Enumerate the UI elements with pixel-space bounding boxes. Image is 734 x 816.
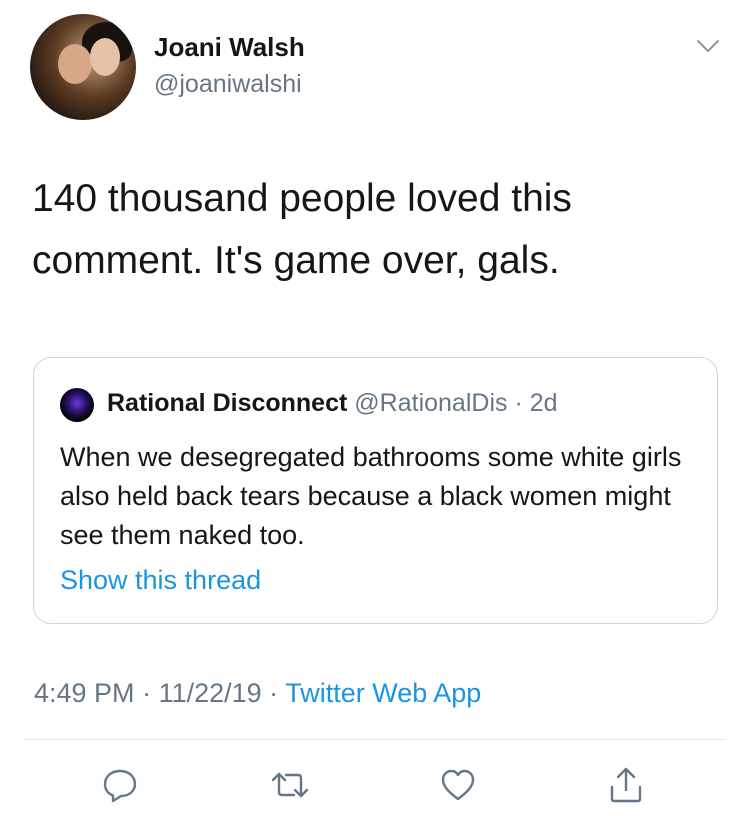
author-display-name[interactable]: Joani Walsh (154, 32, 305, 63)
quoted-tweet-header: Rational Disconnect @RationalDis · 2d (107, 389, 558, 418)
source-app-link[interactable]: Twitter Web App (285, 678, 481, 708)
tweet-text: 140 thousand people loved this comment. … (32, 177, 572, 282)
meta-separator: · (134, 678, 159, 708)
author-avatar[interactable] (30, 14, 136, 120)
meta-separator: · (261, 678, 286, 708)
quoted-tweet-text: When we desegregated bathrooms some whit… (60, 442, 682, 550)
retweet-icon[interactable] (270, 765, 310, 805)
quoted-author-handle[interactable]: @RationalDis (354, 389, 507, 417)
show-thread-link[interactable]: Show this thread (60, 565, 261, 596)
avatar-face (58, 44, 92, 84)
quoted-author-avatar[interactable] (60, 388, 94, 422)
avatar-face (90, 38, 120, 76)
tweet-date: 11/22/19 (158, 678, 262, 708)
tweet-time: 4:49 PM (34, 678, 135, 708)
divider (24, 739, 724, 740)
tweet-meta: 4:49 PM · 11/22/19 · Twitter Web App (34, 678, 481, 709)
quoted-tweet-age: · 2d (514, 389, 558, 417)
reply-icon[interactable] (100, 765, 140, 805)
heart-icon[interactable] (438, 765, 478, 805)
share-icon[interactable] (606, 765, 646, 805)
quoted-author-display-name[interactable]: Rational Disconnect (107, 389, 347, 417)
tweet-detail: Joani Walsh @joaniwalshi 140 thousand pe… (0, 0, 734, 816)
author-handle[interactable]: @joaniwalshi (154, 70, 302, 99)
chevron-down-icon[interactable] (696, 38, 720, 54)
quoted-tweet-card[interactable]: Rational Disconnect @RationalDis · 2d Wh… (33, 357, 718, 624)
